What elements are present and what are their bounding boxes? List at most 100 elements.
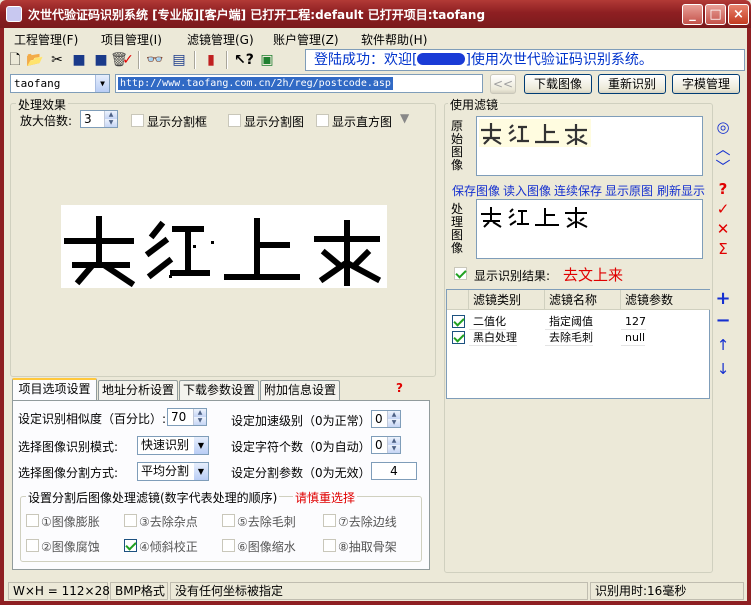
spin-up-icon[interactable]: ▲: [388, 411, 400, 419]
filter-deburr-checkbox[interactable]: [222, 514, 235, 527]
toolbar-separator: [138, 51, 140, 69]
table-cell[interactable]: 黑白处理: [469, 330, 517, 346]
menu-account[interactable]: 账户管理(Z): [273, 31, 339, 48]
chevron-down-icon[interactable]: ▼: [95, 75, 109, 92]
row-1-checkbox[interactable]: [452, 315, 465, 328]
target-icon[interactable]: ◎: [715, 118, 731, 136]
collapse-arrow-icon[interactable]: ▼: [400, 111, 409, 125]
reidentify-button[interactable]: 重新识别: [598, 74, 666, 94]
table-cell[interactable]: 二值化: [469, 314, 506, 330]
table-header-param: 滤镜参数: [621, 290, 710, 310]
menu-help[interactable]: 软件帮助(H): [361, 31, 427, 48]
show-seg-box-checkbox[interactable]: [131, 114, 144, 127]
back-button[interactable]: <<: [490, 74, 516, 94]
show-hist-checkbox[interactable]: [316, 114, 329, 127]
row-2-checkbox[interactable]: [452, 331, 465, 344]
filter-shrink-checkbox[interactable]: [222, 539, 235, 552]
table-header-type: 滤镜类别: [469, 290, 545, 310]
cut-icon[interactable]: ✂: [48, 51, 66, 69]
link-save-image[interactable]: 保存图像: [452, 182, 500, 199]
menu-filter[interactable]: 滤镜管理(G): [187, 31, 254, 48]
help-cursor-icon[interactable]: ↖?: [234, 51, 254, 69]
accel-stepper[interactable]: 0 ▲ ▼: [371, 410, 401, 428]
new-file-icon[interactable]: 🗋: [6, 51, 24, 69]
link-load-image[interactable]: 读入图像: [503, 182, 551, 199]
filter-denoise-checkbox[interactable]: [124, 514, 137, 527]
window-title: 次世代验证码识别系统 [专业版][客户端] 已打开工程:default 已打开项…: [28, 8, 486, 22]
sigma-icon[interactable]: Σ: [715, 240, 731, 258]
chevron-down-icon[interactable]: ﹀: [715, 156, 731, 177]
project-select[interactable]: taofang ▼: [10, 74, 110, 93]
spin-up-icon[interactable]: ▲: [388, 437, 400, 445]
filter-deskew-checkbox[interactable]: [124, 539, 137, 552]
show-seg-img-checkbox[interactable]: [228, 114, 241, 127]
filter-edge-checkbox[interactable]: [323, 514, 336, 527]
tab-extra-info[interactable]: 附加信息设置: [260, 380, 340, 400]
move-up-icon[interactable]: ↑: [715, 336, 731, 354]
chevron-down-icon[interactable]: ▼: [194, 463, 208, 480]
tab-project-options[interactable]: 项目选项设置: [12, 378, 97, 400]
spin-down-icon[interactable]: ▼: [105, 119, 117, 127]
processed-captcha-image: [479, 202, 591, 230]
table-cell[interactable]: null: [621, 330, 646, 346]
table-cell[interactable]: 去除毛刺: [545, 330, 593, 346]
table-cell[interactable]: 127: [621, 314, 646, 330]
spin-up-icon[interactable]: ▲: [194, 409, 206, 417]
chevron-down-icon[interactable]: ▼: [194, 437, 208, 454]
binoculars-icon[interactable]: 👓: [146, 51, 164, 69]
filter-icon[interactable]: ▤: [170, 51, 188, 69]
close-icon[interactable]: ✕: [715, 220, 731, 238]
toolbar-separator: [194, 51, 196, 69]
spin-up-icon[interactable]: ▲: [105, 111, 117, 119]
show-result-checkbox[interactable]: [454, 267, 467, 280]
link-continuous-save[interactable]: 连续保存: [554, 182, 602, 199]
split-select[interactable]: 平均分割 ▼: [137, 462, 209, 481]
similarity-label: 设定识别相似度（百分比）:: [18, 412, 167, 426]
menu-item[interactable]: 项目管理(I): [101, 31, 162, 48]
similarity-stepper[interactable]: 70 ▲ ▼: [167, 408, 207, 426]
save-icon[interactable]: ■: [70, 51, 88, 69]
font-manage-button[interactable]: 字模管理: [672, 74, 740, 94]
menu-project[interactable]: 工程管理(F): [14, 31, 78, 48]
original-image-box: [476, 116, 703, 176]
remove-filter-icon[interactable]: −: [715, 310, 731, 331]
help-icon[interactable]: ?: [715, 180, 731, 198]
filter-skeleton-checkbox[interactable]: [323, 539, 336, 552]
tab-download-params[interactable]: 下载参数设置: [179, 380, 259, 400]
link-refresh-display[interactable]: 刷新显示: [657, 182, 705, 199]
maximize-button[interactable]: □: [705, 4, 726, 25]
toolbar-separator: [226, 51, 228, 69]
split-label: 选择图像分割方式:: [18, 466, 119, 480]
show-seg-img-label: 显示分割图: [244, 115, 305, 129]
add-filter-icon[interactable]: +: [715, 288, 731, 309]
filter-erode-checkbox[interactable]: [26, 539, 39, 552]
move-down-icon[interactable]: ↓: [715, 360, 731, 378]
mode-label: 选择图像识别模式:: [18, 440, 119, 454]
save-as-icon[interactable]: ■: [92, 51, 110, 69]
show-result-label: 显示识别结果:: [474, 269, 551, 283]
image-preview-area: [15, 132, 433, 375]
url-input[interactable]: http://www.taofang.com.cn/2h/reg/postcod…: [115, 74, 483, 93]
download-image-button[interactable]: 下载图像: [524, 74, 592, 94]
split-value: 平均分割: [141, 464, 190, 478]
filter-dilate-checkbox[interactable]: [26, 514, 39, 527]
link-show-original[interactable]: 显示原图: [605, 182, 653, 199]
spin-down-icon[interactable]: ▼: [194, 417, 206, 425]
tab-address-analysis[interactable]: 地址分析设置: [98, 380, 178, 400]
splitparam-input[interactable]: 4: [371, 462, 417, 480]
spin-down-icon[interactable]: ▼: [388, 419, 400, 427]
accel-label: 设定加速级别（0为正常）:: [231, 414, 375, 428]
chart-icon[interactable]: ▮: [202, 51, 220, 69]
check-icon[interactable]: ✓: [715, 200, 731, 218]
check-icon[interactable]: ✓: [119, 51, 137, 69]
image-icon[interactable]: ▣: [258, 51, 276, 69]
minimize-button[interactable]: _: [682, 4, 703, 25]
close-button[interactable]: ×: [728, 4, 749, 25]
open-folder-icon[interactable]: 📂: [26, 51, 44, 69]
spin-down-icon[interactable]: ▼: [388, 445, 400, 453]
mode-select[interactable]: 快速识别 ▼: [137, 436, 209, 455]
zoom-stepper[interactable]: 3 ▲ ▼: [80, 110, 118, 128]
table-cell[interactable]: 指定阈值: [545, 314, 593, 330]
charcount-stepper[interactable]: 0 ▲ ▼: [371, 436, 401, 454]
help-icon[interactable]: ?: [396, 381, 403, 395]
